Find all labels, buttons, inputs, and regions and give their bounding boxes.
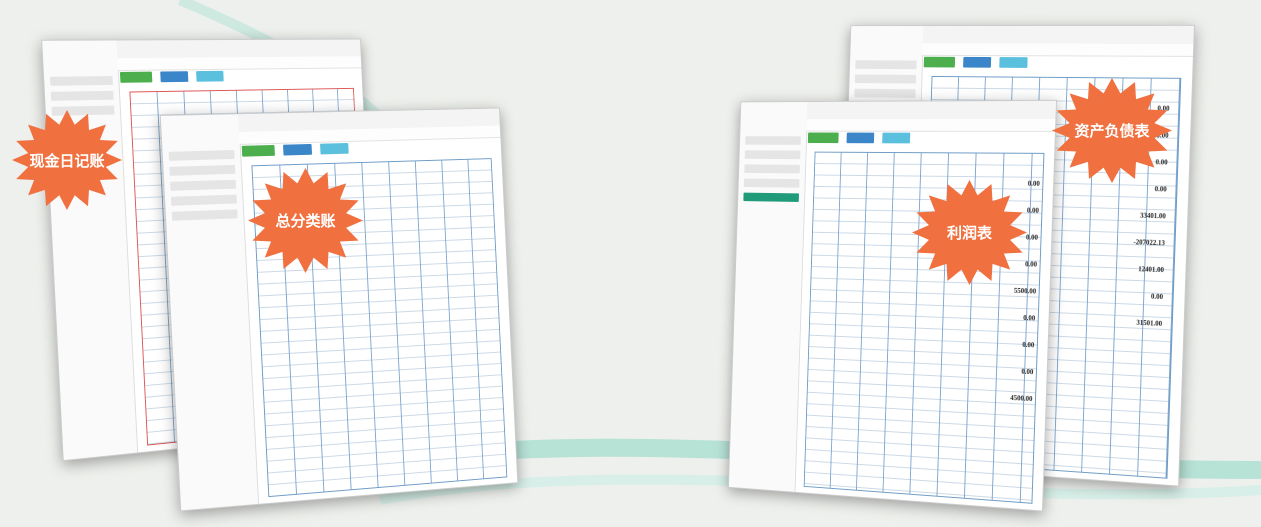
sidebar-item[interactable] [170, 194, 238, 206]
toolbar-button[interactable] [963, 56, 992, 68]
general-ledger-badge: 总分类账 [248, 168, 363, 273]
value-cell: -207022.13 [1133, 238, 1165, 248]
toolbar-button[interactable] [160, 71, 189, 83]
sidebar-item[interactable] [745, 136, 801, 145]
toolbar-button[interactable] [320, 142, 350, 155]
sidebar [728, 102, 809, 492]
sidebar-item[interactable] [854, 88, 916, 98]
sidebar-item[interactable] [855, 60, 917, 70]
sidebar-item[interactable] [169, 164, 236, 176]
income-statement-badge: 利润表 [912, 180, 1027, 285]
sidebar-item-active[interactable] [743, 192, 799, 202]
toolbar [922, 55, 1193, 72]
sidebar-item[interactable] [743, 178, 800, 188]
income-statement-screenshot: 0.00 0.00 0.00 0.00 5500.00 0.00 0.00 0.… [728, 99, 1058, 512]
sidebar-item[interactable] [168, 149, 235, 161]
toolbar [806, 131, 1055, 147]
value-cell: 0.00 [1150, 292, 1164, 302]
toolbar-button[interactable] [999, 57, 1029, 68]
toolbar-button[interactable] [882, 132, 911, 144]
toolbar-button[interactable] [846, 132, 875, 144]
value-cell: 0.00 [1021, 367, 1034, 377]
income-statement-label: 利润表 [946, 224, 992, 242]
cash-journal-label: 现金日记账 [29, 151, 105, 170]
toolbar [118, 67, 362, 85]
toolbar-button[interactable] [283, 143, 313, 156]
sidebar-item[interactable] [854, 74, 917, 84]
value-cell: 0.00 [1023, 314, 1036, 323]
top-bar [922, 25, 1194, 45]
sidebar-item[interactable] [170, 179, 237, 191]
toolbar-button[interactable] [196, 70, 224, 82]
sidebar-item[interactable] [49, 76, 113, 86]
balance-sheet-badge: 资产负债表 [1052, 78, 1172, 183]
value-cell: 31501.00 [1136, 318, 1163, 328]
general-ledger-label: 总分类账 [275, 212, 336, 230]
sidebar-item[interactable] [744, 150, 801, 160]
toolbar-button[interactable] [119, 71, 153, 83]
cash-journal-badge: 现金日记账 [12, 110, 122, 210]
value-cell: 4500.00 [1010, 393, 1033, 404]
sidebar-item[interactable] [50, 90, 114, 101]
value-cell: 0.00 [1022, 340, 1035, 350]
sidebar-item[interactable] [744, 164, 800, 174]
toolbar-button[interactable] [923, 56, 956, 68]
value-cell: 33401.00 [1139, 211, 1166, 221]
toolbar-button[interactable] [241, 144, 276, 157]
top-bar [806, 100, 1057, 121]
value-cell: 12401.00 [1138, 265, 1165, 275]
toolbar-button[interactable] [807, 132, 839, 144]
balance-sheet-label: 资产负债表 [1074, 122, 1150, 140]
sidebar-item[interactable] [171, 209, 238, 221]
